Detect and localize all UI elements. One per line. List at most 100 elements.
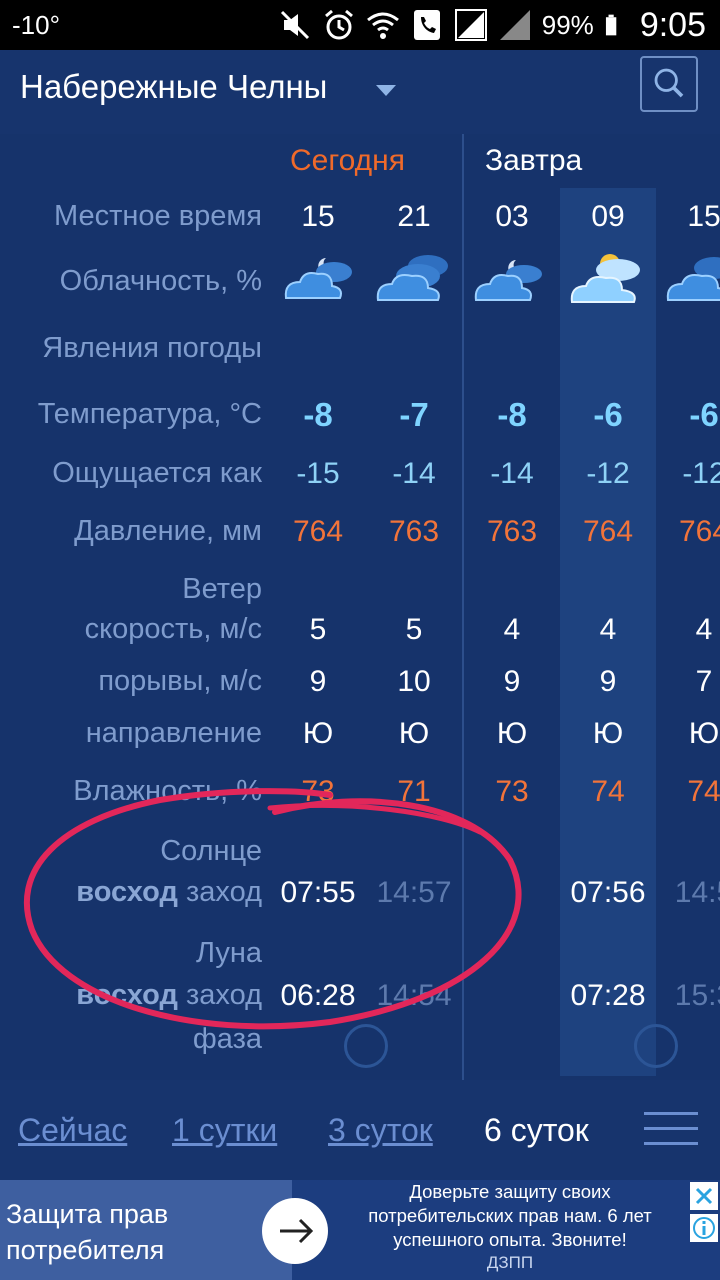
- cloud-sun-icon: [570, 254, 640, 303]
- humidity-cell: 73: [301, 775, 335, 808]
- wind-gusts-cell: 7: [695, 665, 713, 698]
- feels-like-cell: -14: [490, 457, 534, 490]
- temperature-cell: -8: [497, 396, 527, 433]
- sunset-today: 14:57: [376, 876, 452, 909]
- moonset-today: 14:54: [376, 979, 452, 1012]
- wind-gusts-cell: 10: [397, 665, 431, 698]
- day-header-tomorrow: Завтра: [485, 144, 583, 177]
- label-phenomena: Явления погоды: [42, 332, 262, 364]
- humidity-cell: 71: [397, 775, 431, 808]
- wind-direction-cell: Ю: [302, 717, 334, 750]
- wind-speed-cell: 5: [405, 613, 423, 646]
- time-cell: 03: [495, 200, 529, 233]
- signal-icon: [454, 9, 487, 41]
- ad-arrow-button[interactable]: [262, 1198, 328, 1264]
- wind-speed-cell: 4: [695, 613, 713, 646]
- wind-direction-cell: Ю: [496, 717, 528, 750]
- sunrise-tomorrow: 07:56: [570, 876, 646, 909]
- arrow-right-icon: [280, 1218, 314, 1244]
- cloud-icon: [666, 257, 720, 301]
- label-sun: Солнце: [160, 835, 262, 867]
- cloud-night-icon: [376, 255, 448, 301]
- feels-like-cell: -12: [586, 457, 630, 490]
- ad-left-panel: Защита прав потребителя: [0, 1180, 292, 1280]
- ad-text: Доверьте защиту своих потребительских пр…: [368, 1181, 652, 1250]
- day-divider: [462, 134, 464, 1080]
- feels-like-cell: -14: [392, 457, 436, 490]
- day-header-today: Сегодня: [290, 144, 405, 177]
- nav-3-days[interactable]: 3 суток: [328, 1112, 433, 1149]
- info-icon[interactable]: [690, 1214, 718, 1242]
- cloud-night-icon: [474, 260, 542, 301]
- label-sun-rise-set: восход заход: [76, 876, 262, 909]
- pressure-cell: 764: [292, 515, 344, 548]
- label-wind: Ветер: [182, 573, 262, 605]
- wind-speed-cell: 4: [599, 613, 617, 646]
- wind-gusts-cell: 9: [309, 665, 327, 698]
- feels-like-cell: -15: [296, 457, 340, 490]
- label-wind-speed: скорость, м/с: [84, 613, 262, 645]
- moonset-tomorrow: 15:3: [674, 979, 720, 1012]
- alarm-icon: [324, 9, 353, 40]
- label-moon-rise-set: восход заход: [76, 979, 262, 1012]
- temperature-cell: -8: [303, 396, 333, 433]
- signal-icon-2: [499, 10, 530, 40]
- status-temperature: -10°: [12, 10, 60, 40]
- label-humidity: Влажность, %: [73, 775, 262, 807]
- label-feels-like: Ощущается как: [52, 457, 262, 489]
- label-moon: Луна: [195, 937, 262, 969]
- label-sun-set: заход: [185, 876, 262, 908]
- sunset-tomorrow: 14:5: [674, 876, 720, 909]
- pressure-cell: 764: [582, 515, 634, 548]
- moon-phase-icon: [634, 1024, 678, 1068]
- temperature-cell: -6: [689, 396, 719, 433]
- sunrise-today: 07:55: [280, 876, 356, 909]
- dropdown-caret-icon[interactable]: [376, 85, 396, 96]
- temperature-cell: -6: [593, 396, 623, 433]
- forecast-table[interactable]: Сегодня Завтра Местное время Облачность,…: [0, 134, 720, 1080]
- time-cell: 15: [301, 200, 335, 233]
- ad-banner[interactable]: Защита прав потребителя Доверьте защиту …: [0, 1180, 720, 1280]
- wifi-call-icon: [366, 12, 399, 39]
- battery-icon: [605, 14, 617, 36]
- search-button[interactable]: [640, 56, 698, 112]
- nav-1-day[interactable]: 1 сутки: [172, 1112, 277, 1149]
- label-sun-rise: восход: [76, 876, 178, 908]
- label-wind-gusts: порывы, м/с: [98, 665, 262, 697]
- pressure-cell: 764: [678, 515, 720, 548]
- nav-now[interactable]: Сейчас: [18, 1112, 127, 1149]
- pressure-cell: 763: [388, 515, 440, 548]
- close-icon[interactable]: [690, 1182, 718, 1210]
- moon-phase-icon: [344, 1024, 388, 1068]
- label-temperature: Температура, °С: [37, 398, 262, 430]
- humidity-cell: 74: [687, 775, 720, 808]
- status-bar: -10° 99% 9:05: [0, 0, 720, 50]
- ad-brand: ДЗПП: [486, 1253, 534, 1272]
- wind-direction-cell: Ю: [592, 717, 624, 750]
- wind-gusts-cell: 9: [599, 665, 617, 698]
- time-cell: 09: [591, 200, 625, 233]
- mute-icon: [280, 10, 309, 40]
- wind-speed-cell: 4: [503, 613, 521, 646]
- wind-direction-cell: Ю: [398, 717, 430, 750]
- wind-gusts-cell: 9: [503, 665, 521, 698]
- battery-percent: 99%: [541, 9, 594, 40]
- bottom-nav: Сейчас 1 сутки 3 суток 6 суток: [0, 1080, 720, 1180]
- time-cell: 21: [397, 200, 431, 233]
- pressure-cell: 763: [486, 515, 538, 548]
- search-icon: [654, 68, 684, 98]
- label-pressure: Давление, мм: [74, 515, 262, 547]
- label-moon-phase: фаза: [192, 1023, 262, 1055]
- temperature-cell: -7: [399, 396, 429, 433]
- city-selector[interactable]: Набережные Челны: [20, 68, 327, 106]
- cloud-night-icon: [284, 258, 352, 299]
- menu-icon[interactable]: [644, 1112, 698, 1148]
- label-wind-direction: направление: [85, 717, 262, 749]
- label-cloudiness: Облачность, %: [59, 265, 262, 297]
- feels-like-cell: -12: [682, 457, 720, 490]
- ad-title: Защита прав потребителя: [6, 1199, 169, 1265]
- moonrise-today: 06:28: [280, 979, 356, 1012]
- label-moon-rise: восход: [76, 979, 178, 1011]
- nav-6-days[interactable]: 6 суток: [484, 1112, 589, 1149]
- humidity-cell: 74: [591, 775, 625, 808]
